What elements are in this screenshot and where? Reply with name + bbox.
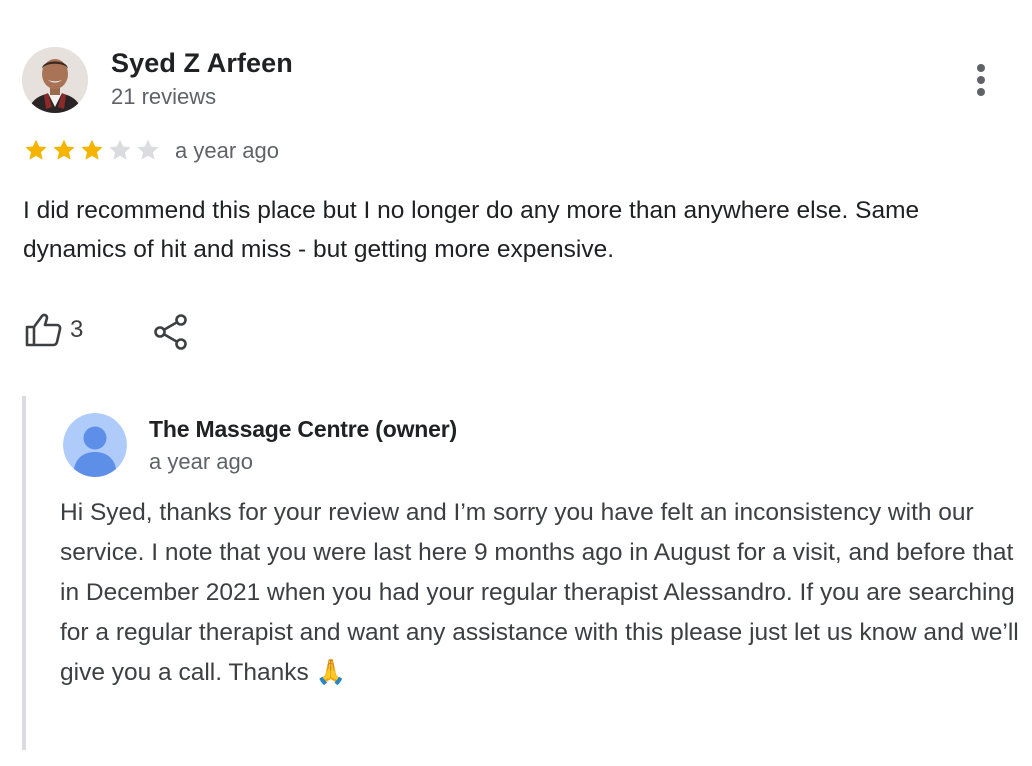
thumbs-up-icon (25, 313, 62, 347)
share-icon (154, 314, 187, 350)
person-icon (63, 413, 127, 477)
review-text: I did recommend this place but I no long… (23, 197, 920, 263)
star-icon (53, 139, 75, 160)
review-date: a year ago (175, 138, 279, 163)
star-icon (25, 139, 47, 160)
owner-name: The Massage Centre (owner) (149, 416, 457, 442)
star-icon (137, 139, 159, 160)
star-icon (81, 139, 103, 160)
owner-reply: The Massage Centre (owner) a year ago Hi… (22, 396, 1026, 750)
reviewer-name[interactable]: Syed Z Arfeen (111, 48, 293, 79)
share-button[interactable] (152, 312, 190, 352)
owner-reply-date: a year ago (149, 449, 253, 474)
more-vert-icon-dot (977, 76, 985, 84)
reviewer-review-count: 21 reviews (111, 84, 217, 109)
more-vert-icon-dot (977, 88, 985, 96)
owner-reply-text: Hi Syed, thanks for your review and I’m … (60, 499, 1019, 686)
owner-avatar (63, 413, 127, 477)
more-vert-icon (977, 64, 985, 72)
more-options-button[interactable] (966, 60, 996, 100)
star-rating (22, 136, 162, 164)
like-button[interactable]: 3 (24, 310, 83, 350)
like-count: 3 (70, 316, 84, 343)
star-icon (109, 139, 131, 160)
review-card: Syed Z Arfeen 21 reviews a year ago I di… (0, 0, 1032, 766)
reviewer-avatar[interactable] (22, 47, 88, 113)
